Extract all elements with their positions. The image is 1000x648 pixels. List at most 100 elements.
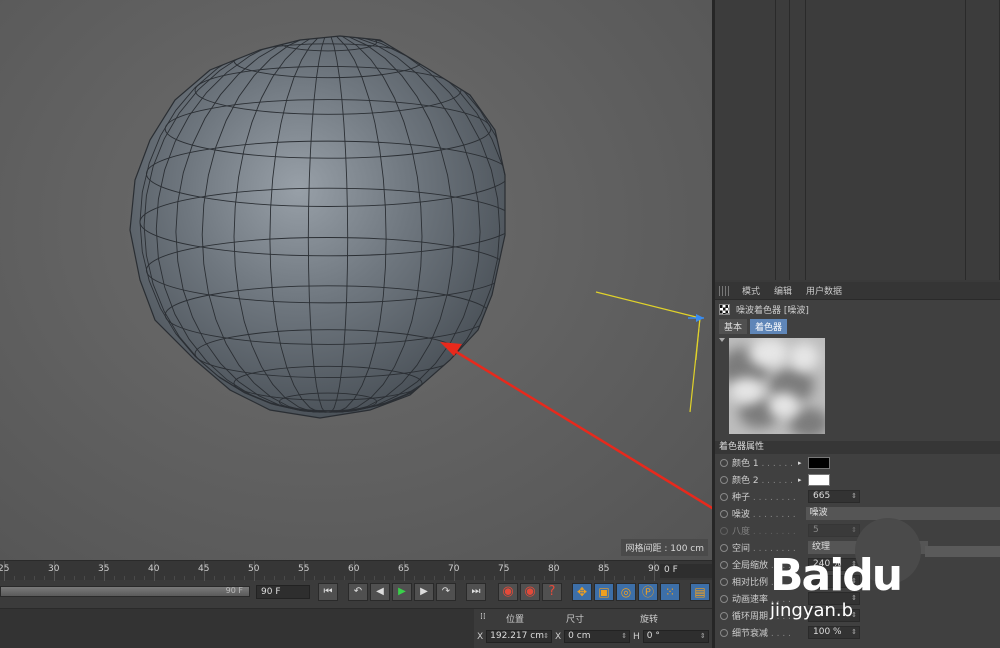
collapse-arrow-icon[interactable] [719, 338, 725, 342]
position-x-field[interactable]: 192.217 cm ⇕ [486, 630, 553, 643]
color-swatch[interactable] [808, 456, 830, 469]
ruler-tick: 80 [548, 561, 559, 581]
noise-shader-icon [719, 303, 730, 315]
attributes-menu-bar: 模式 编辑 用户数据 [715, 282, 1000, 300]
next-frame-button[interactable]: ▶ [414, 583, 434, 601]
animate-radio-icon[interactable] [720, 543, 728, 552]
ruler-tick: 30 [48, 561, 59, 581]
rotation-h-field[interactable]: 0 ° ⇕ [642, 630, 709, 643]
noise-preview-image [729, 338, 825, 434]
rotation-axis-label: H [633, 631, 640, 642]
ruler-tick-label: 90 [648, 564, 660, 574]
go-start-icon: ⏮ [323, 586, 333, 597]
property-row: 颜色 1 . . . . . . ▸ [715, 454, 1000, 471]
property-label-text: 相对比例 [732, 578, 769, 588]
play-button[interactable]: ▶ [392, 583, 412, 601]
ruler-tick: 60 [348, 561, 359, 581]
auto-key-icon: ◉ [524, 584, 536, 599]
property-label-dots: . . . . [768, 629, 791, 639]
property-value: 665 [813, 491, 831, 501]
current-frame-field[interactable]: 0 F [660, 564, 712, 578]
menu-edit[interactable]: 编辑 [767, 284, 799, 297]
animate-radio-icon[interactable] [720, 475, 728, 484]
timeline-panel: 0 F 25 30 35 40 45 50 55 60 65 70 75 80 85 90 90 F 90… [0, 560, 712, 648]
spinner-icon[interactable]: ⇕ [851, 627, 857, 638]
go-to-start-button[interactable]: ⏮ [318, 583, 338, 601]
red-arrow-annotation [444, 343, 712, 510]
property-number-field[interactable]: 100 % ⇕ [808, 626, 860, 639]
record-button[interactable]: ◉ [498, 583, 518, 601]
end-frame-field[interactable]: 90 F [256, 585, 310, 599]
sphere-mesh [129, 35, 506, 419]
expand-arrow-icon[interactable]: ▸ [798, 459, 808, 467]
play-icon: ▶ [398, 586, 406, 597]
param-key-button[interactable]: Ⓟ [638, 583, 658, 601]
animate-radio-icon[interactable] [720, 594, 728, 603]
ruler-tick: 75 [498, 561, 509, 581]
point-level-button[interactable]: ⁙ [660, 583, 680, 601]
color-swatch[interactable] [808, 473, 830, 486]
film-button[interactable]: ▤ [690, 583, 710, 601]
property-row: 颜色 2 . . . . . . ▸ [715, 471, 1000, 488]
property-label-dots: . . . . . . [758, 459, 793, 469]
animate-radio-icon[interactable] [720, 492, 728, 501]
menu-user-data[interactable]: 用户数据 [799, 284, 849, 297]
grid-spacing-label: 网格间距 : 100 cm [621, 539, 708, 556]
go-to-end-button[interactable]: ⏭ [466, 583, 486, 601]
animate-radio-icon[interactable] [720, 611, 728, 620]
size-x-field[interactable]: 0 cm ⇕ [564, 630, 631, 643]
rotation-h-row: H 0 ° ⇕ [633, 629, 709, 644]
go-end-icon: ⏭ [471, 586, 481, 597]
status-bar: ⁞⁞ 位置 尺寸 旋转 X 192.217 cm ⇕ X 0 cm ⇕ H 0 ° ⇕ [0, 608, 712, 648]
property-label-dots: . . . . . . . . [750, 493, 796, 503]
animate-radio-icon[interactable] [720, 509, 728, 518]
film-icon: ▤ [694, 585, 706, 599]
scale-key-button[interactable]: ▣ [594, 583, 614, 601]
playback-controls: 90 F 90 F ⏮ ↶ ◀ ▶ ▶ ↷ ⏭ ◉ ◉ ? ✥ ▣ ◎ Ⓟ ⁙ … [0, 580, 712, 604]
property-row: 种子 . . . . . . . . 665 ⇕ [715, 488, 1000, 505]
property-label-text: 空间 [732, 544, 751, 554]
tab-basic[interactable]: 基本 [719, 318, 748, 334]
position-axis-label: X [477, 631, 484, 642]
animate-radio-icon[interactable] [720, 577, 728, 586]
next-key-button[interactable]: ↷ [436, 583, 456, 601]
scrubber-end-label: 90 F [225, 586, 243, 595]
animate-radio-icon[interactable] [720, 628, 728, 637]
tab-shader[interactable]: 着色器 [750, 318, 788, 334]
expand-arrow-icon[interactable]: ▸ [798, 476, 808, 484]
auto-key-button[interactable]: ◉ [520, 583, 540, 601]
frame-range-slider[interactable]: 90 F [0, 586, 250, 597]
property-label-text: 颜色 2 [732, 476, 759, 486]
timeline-ruler[interactable]: 0 F 25 30 35 40 45 50 55 60 65 70 75 80 85 90 [0, 560, 712, 581]
menu-mode[interactable]: 模式 [735, 284, 767, 297]
header-position: 位置 [506, 615, 525, 625]
animate-radio-icon[interactable] [720, 458, 728, 467]
ruler-tick-label: 40 [148, 564, 160, 574]
ruler-tick-label: 55 [298, 564, 310, 574]
3d-viewport[interactable]: 网格间距 : 100 cm [0, 0, 712, 560]
size-x-row: X 0 cm ⇕ [555, 629, 631, 644]
prev-key-button[interactable]: ↶ [348, 583, 368, 601]
rotate-key-button[interactable]: ◎ [616, 583, 636, 601]
cinema4d-window: 网格间距 : 100 cm 模式 编辑 用户数据 噪波着色器 [噪波] 基本 着… [0, 0, 1000, 648]
object-manager-panel[interactable] [715, 0, 1000, 280]
property-label: 种子 . . . . . . . . [732, 490, 798, 503]
spinner-icon[interactable]: ⇕ [851, 491, 857, 502]
property-label: 八度 . . . . . . . . [732, 524, 798, 537]
record-key-icon: ◉ [502, 584, 514, 599]
property-number-field[interactable]: 665 ⇕ [808, 490, 860, 503]
property-dropdown[interactable]: 噪波 [805, 507, 1000, 520]
property-number-field[interactable]: 5 ⇕ [808, 524, 860, 537]
ruler-tick-label: 45 [198, 564, 210, 574]
key-help-button[interactable]: ? [542, 583, 562, 601]
property-label-text: 颜色 1 [732, 459, 759, 469]
spinner-icon[interactable]: ⇕ [851, 525, 857, 536]
animate-radio-icon[interactable] [720, 526, 728, 535]
drag-grip-icon[interactable] [719, 285, 729, 296]
move-key-button[interactable]: ✥ [572, 583, 592, 601]
prev-frame-button[interactable]: ◀ [370, 583, 390, 601]
property-label-text: 循环周期 [732, 612, 769, 622]
section-shader-properties: 着色器属性 [715, 441, 1000, 454]
animate-radio-icon[interactable] [720, 560, 728, 569]
property-label-dots: . . . . . . [758, 476, 793, 486]
